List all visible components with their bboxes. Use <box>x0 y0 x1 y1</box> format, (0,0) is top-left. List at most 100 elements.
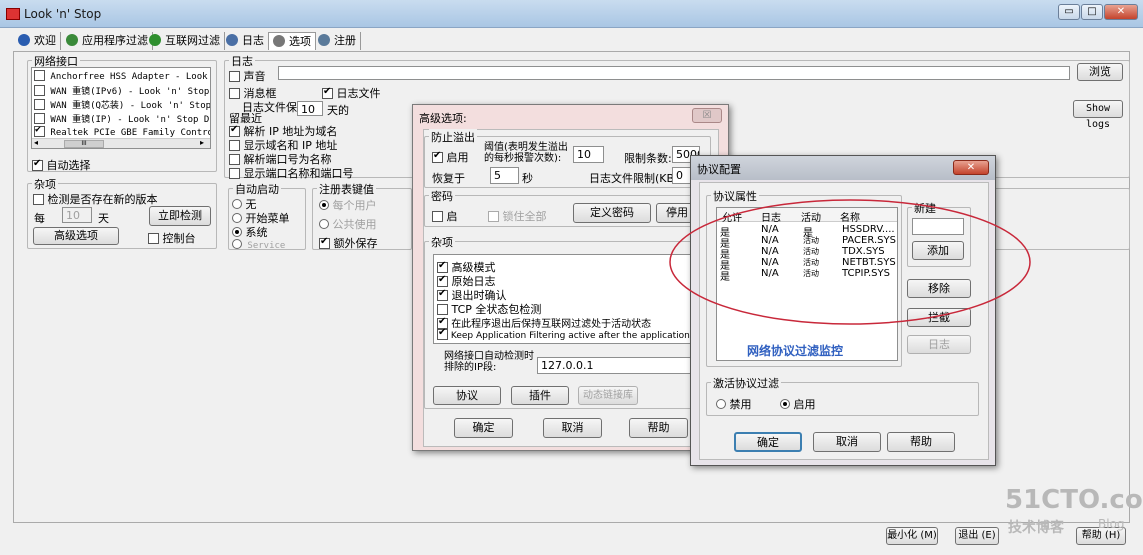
radio[interactable] <box>232 239 242 249</box>
radio[interactable] <box>319 200 329 210</box>
checkbox[interactable] <box>229 168 240 179</box>
minimize-icon[interactable]: ▭ <box>1058 4 1080 20</box>
checkbox[interactable] <box>437 327 448 340</box>
list-item[interactable]: WAN 重镜(IPv6) - Look 'n' Stop - <box>34 84 210 97</box>
autostart-system[interactable]: 系统 <box>232 224 268 240</box>
list-item[interactable]: WAN 重镜(Q芯装) - Look 'n' Stop - <box>34 98 210 111</box>
checkbox[interactable] <box>32 158 43 171</box>
close-icon[interactable]: ☒ <box>692 108 722 123</box>
dll-button[interactable]: 动态链接库 <box>578 386 638 405</box>
checkbox[interactable] <box>322 86 333 99</box>
checkbox[interactable] <box>488 211 499 222</box>
checkbox[interactable] <box>34 113 45 124</box>
help-button[interactable]: 帮助 <box>887 432 955 452</box>
exit-button[interactable]: 退出 (E) <box>955 527 999 545</box>
sound-path-field[interactable] <box>278 66 1070 80</box>
ok-button[interactable]: 确定 <box>734 432 802 452</box>
window-title: Look 'n' Stop <box>24 7 102 21</box>
radio[interactable] <box>232 227 242 237</box>
check-now-button[interactable]: 立即检测 <box>149 206 211 226</box>
horizontal-scrollbar[interactable]: ◂ III ▸ <box>32 138 210 148</box>
tab-log[interactable]: 日志 <box>222 32 269 50</box>
tab-internet-filter[interactable]: 互联网过滤 <box>145 32 225 50</box>
lock-all-option[interactable]: 锁住全部 <box>488 208 547 224</box>
log-file-option[interactable]: 日志文件 <box>322 85 381 101</box>
log-icon <box>226 34 238 46</box>
filter-enable[interactable]: 启用 <box>780 396 816 412</box>
checkbox[interactable] <box>437 288 448 301</box>
show-logs-button[interactable]: Show logs <box>1073 100 1123 130</box>
checkbox[interactable] <box>432 150 443 163</box>
password-enable[interactable]: 启 <box>432 208 458 224</box>
maximize-icon[interactable]: □ <box>1081 4 1103 20</box>
checkbox[interactable] <box>437 274 448 287</box>
checkbox[interactable] <box>34 70 45 81</box>
option-label: 锁住全部 <box>502 210 547 223</box>
radio[interactable] <box>716 399 726 409</box>
ok-button[interactable]: 确定 <box>454 418 513 438</box>
threshold-field[interactable]: 10 <box>573 146 604 163</box>
checkbox[interactable] <box>437 304 448 315</box>
exclude-ip-field[interactable]: 127.0.0.1 <box>537 357 695 374</box>
radio[interactable] <box>319 219 329 229</box>
recover-label: 恢复于 <box>432 172 465 185</box>
radio[interactable] <box>232 213 242 223</box>
network-interface-list[interactable]: Anchorfree HSS Adapter - Look ' - WAN 重镜… <box>31 67 211 149</box>
checkbox[interactable] <box>229 124 240 137</box>
cancel-button[interactable]: 取消 <box>543 418 602 438</box>
check-new-version-option[interactable]: 检测是否存在新的版本 <box>33 191 158 207</box>
extra-save-option[interactable]: 额外保存 <box>319 235 378 251</box>
tab-options[interactable]: 选项 <box>268 32 316 50</box>
group-title: 防止溢出 <box>429 129 477 145</box>
checkbox[interactable] <box>437 260 448 273</box>
misc-option[interactable]: Keep Application Filtering active after … <box>437 327 694 341</box>
scroll-left-icon[interactable]: ◂ <box>34 138 38 147</box>
close-icon[interactable]: ✕ <box>1104 4 1138 20</box>
scroll-thumb[interactable]: III <box>64 140 104 148</box>
protocol-button[interactable]: 协议 <box>433 386 501 405</box>
define-password-button[interactable]: 定义密码 <box>573 203 651 223</box>
overflow-enable[interactable]: 启用 <box>432 149 469 165</box>
radio[interactable] <box>780 399 790 409</box>
recover-field[interactable]: 5 <box>490 167 519 184</box>
registry-per-user[interactable]: 每个用户 <box>319 197 377 213</box>
plugin-button[interactable]: 插件 <box>511 386 569 405</box>
help-button[interactable]: 帮助 <box>629 418 688 438</box>
list-item[interactable]: Anchorfree HSS Adapter - Look ' - <box>34 70 210 82</box>
checkbox[interactable] <box>229 71 240 82</box>
checkbox[interactable] <box>432 211 443 222</box>
auto-select-option[interactable]: 自动选择 <box>32 157 91 173</box>
filter-disable[interactable]: 禁用 <box>716 396 752 412</box>
close-icon[interactable]: ✕ <box>953 160 989 175</box>
sound-option[interactable]: 声音 <box>229 68 266 84</box>
checkbox[interactable] <box>148 233 159 244</box>
option-label: Keep Application Filtering active after … <box>450 331 694 341</box>
autostart-service[interactable]: Service <box>232 239 285 251</box>
tab-app-filter[interactable]: 应用程序过滤 <box>62 32 153 50</box>
checkbox[interactable] <box>34 124 45 137</box>
keep-days-field[interactable]: 10 <box>297 101 323 116</box>
console-option[interactable]: 控制台 <box>148 230 196 246</box>
log-button[interactable]: 日志 <box>907 335 971 354</box>
scroll-right-icon[interactable]: ▸ <box>200 138 204 147</box>
checkbox[interactable] <box>34 85 45 96</box>
list-item[interactable]: WAN 重镜(IP) - Look 'n' Stop Dr - <box>34 112 210 125</box>
list-item[interactable]: Realtek PCIe GBE Family Contro1 - <box>34 124 210 138</box>
show-port-option[interactable]: 显示端口名称和端口号 <box>229 165 354 181</box>
advanced-options-button[interactable]: 高级选项 <box>33 227 119 245</box>
radio[interactable] <box>232 199 242 209</box>
checkbox[interactable] <box>33 194 44 205</box>
cancel-button[interactable]: 取消 <box>813 432 881 452</box>
misc-option[interactable]: 在此程序退出后保持互联网过滤处于活动状态 <box>437 315 651 330</box>
browse-button[interactable]: 浏览 <box>1077 63 1123 81</box>
checkbox[interactable] <box>319 236 330 249</box>
minimize-button[interactable]: 最小化 (M) <box>886 527 938 545</box>
days-field[interactable]: 10 <box>62 207 92 223</box>
checkbox[interactable] <box>229 154 240 165</box>
tab-register[interactable]: 注册 <box>314 32 361 50</box>
checkbox[interactable] <box>34 99 45 110</box>
checkbox[interactable] <box>229 88 240 99</box>
tab-welcome[interactable]: 欢迎 <box>14 32 61 50</box>
checkbox[interactable] <box>229 140 240 151</box>
registry-public[interactable]: 公共使用 <box>319 216 377 232</box>
